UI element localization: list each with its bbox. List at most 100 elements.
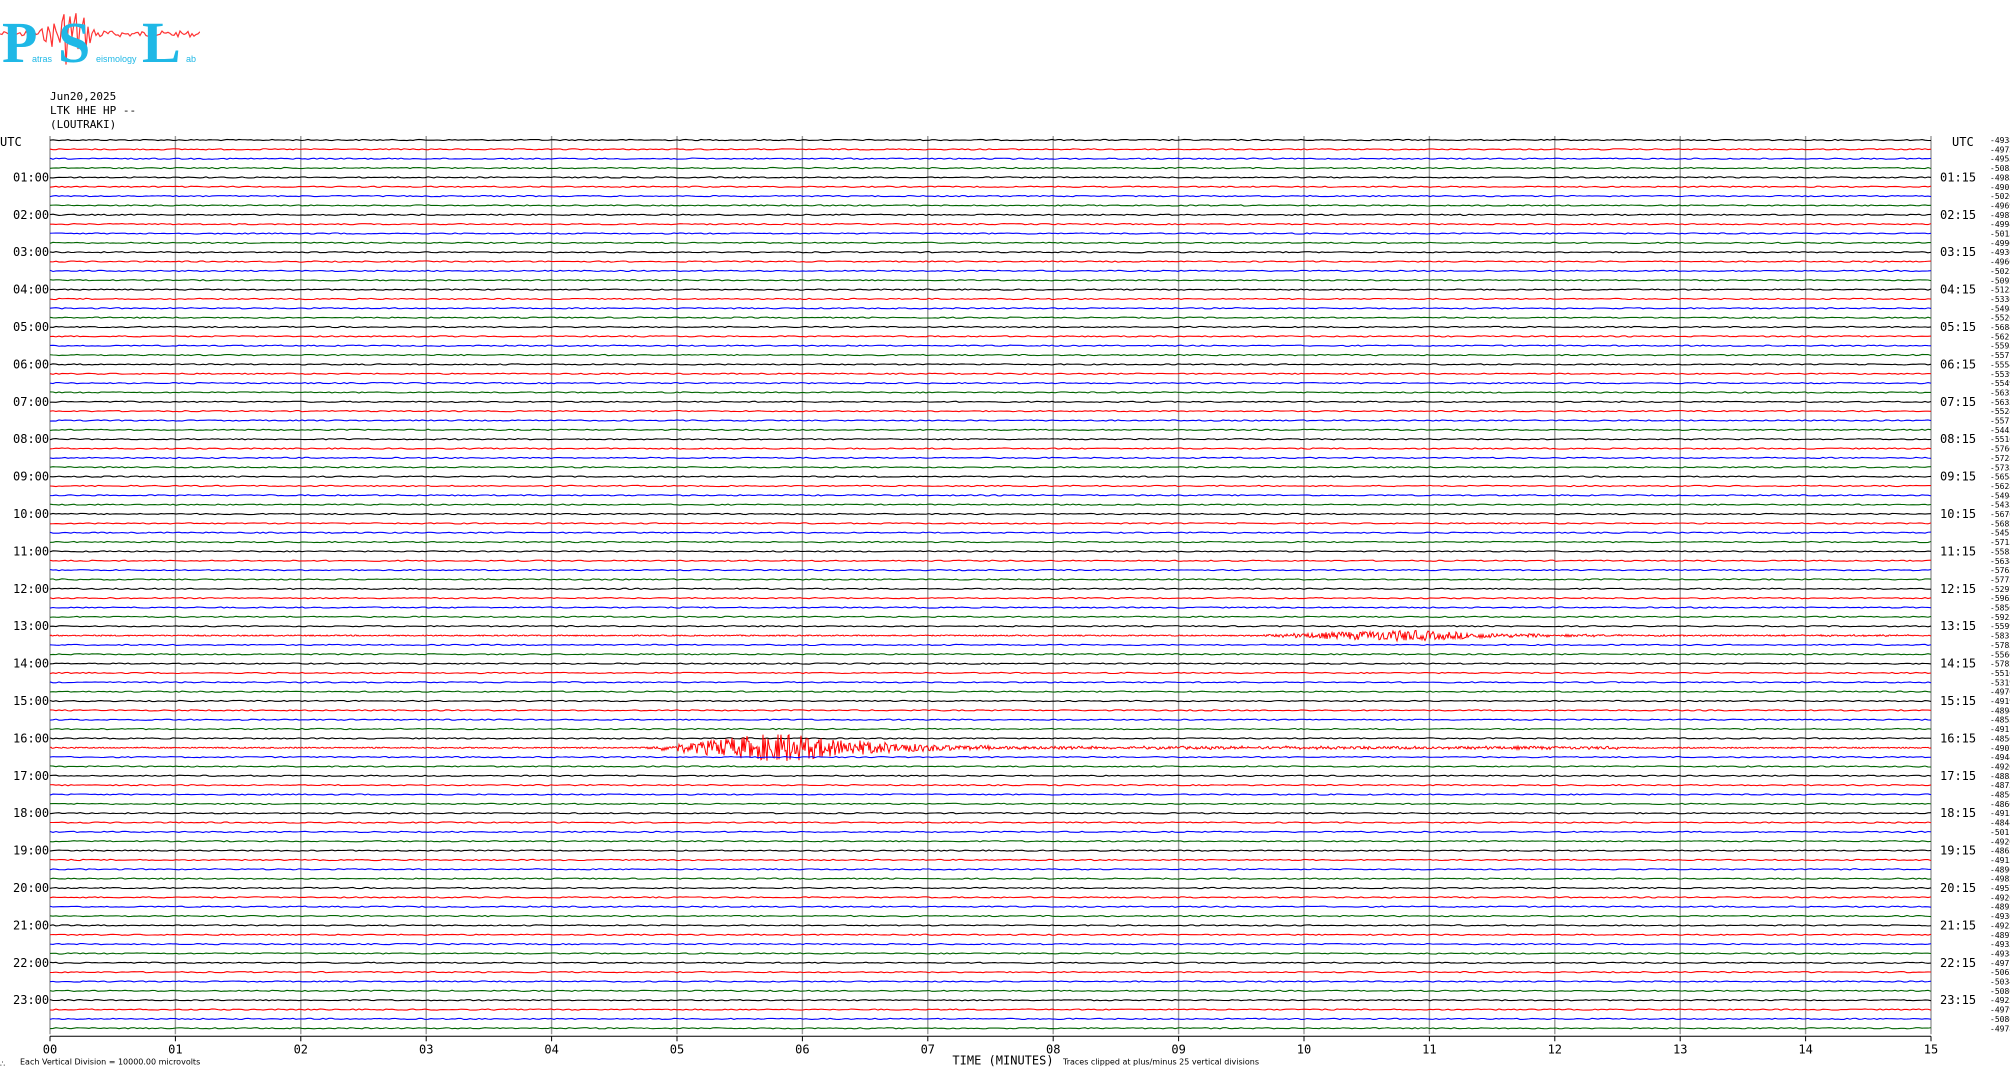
trace-value-label: -4933 bbox=[1990, 940, 2010, 949]
trace-value-label: -4971 bbox=[1990, 959, 2010, 968]
trace-21 bbox=[49, 335, 1932, 338]
trace-value-label: -5445 bbox=[1990, 426, 2010, 435]
right-hour-label: 05:15 bbox=[1940, 320, 1976, 334]
trace-20 bbox=[49, 325, 1932, 329]
right-hour-label: 21:15 bbox=[1940, 918, 1976, 932]
trace-3 bbox=[49, 166, 1932, 170]
trace-89 bbox=[49, 970, 1932, 974]
trace-46 bbox=[49, 568, 1932, 572]
trace-35 bbox=[49, 466, 1932, 469]
trace-value-label: -4953 bbox=[1990, 155, 2010, 164]
x-tick-label: 13 bbox=[1673, 1042, 1687, 1056]
right-hour-label: 03:15 bbox=[1940, 245, 1976, 259]
trace-16 bbox=[49, 288, 1932, 291]
trace-value-label: -4850 bbox=[1990, 791, 2010, 800]
trace-value-label: -5585 bbox=[1990, 547, 2010, 556]
left-hour-label: 05:00 bbox=[13, 320, 49, 334]
trace-12 bbox=[49, 251, 1932, 254]
trace-value-label: -5632 bbox=[1990, 388, 2010, 397]
right-hour-label: 09:15 bbox=[1940, 470, 1976, 484]
right-hour-label: 17:15 bbox=[1940, 769, 1976, 783]
trace-value-label: -4896 bbox=[1990, 865, 2010, 874]
trace-6 bbox=[49, 194, 1932, 198]
trace-51 bbox=[49, 615, 1932, 619]
left-hour-label: 22:00 bbox=[13, 956, 49, 970]
trace-value-label: -4865 bbox=[1990, 847, 2010, 856]
trace-33 bbox=[49, 447, 1932, 450]
trace-71 bbox=[49, 802, 1932, 806]
footer-vertical-division: Each Vertical Division = 10000.00 microv… bbox=[20, 1057, 200, 1066]
trace-2 bbox=[49, 157, 1932, 160]
trace-81 bbox=[49, 896, 1932, 899]
trace-61 bbox=[49, 709, 1932, 712]
trace-value-label: -5773 bbox=[1990, 575, 2010, 584]
trace-value-label: -5554 bbox=[1990, 360, 2010, 369]
trace-value-label: -5733 bbox=[1990, 463, 2010, 472]
left-hour-label: 06:00 bbox=[13, 357, 49, 371]
x-tick-label: 10 bbox=[1297, 1042, 1311, 1056]
left-hour-label: 08:00 bbox=[13, 432, 49, 446]
trace-86 bbox=[49, 942, 1932, 946]
trace-value-label: -4892 bbox=[1990, 903, 2010, 912]
trace-value-label: -4885 bbox=[1990, 772, 2010, 781]
trace-41 bbox=[49, 522, 1932, 525]
left-utc-title: UTC bbox=[0, 135, 22, 149]
x-tick-label: 15 bbox=[1924, 1042, 1938, 1056]
trace-value-label: -5524 bbox=[1990, 407, 2010, 416]
trace-value-label: -5516 bbox=[1990, 669, 2010, 678]
trace-38 bbox=[49, 494, 1932, 497]
trace-45 bbox=[49, 559, 1932, 562]
trace-57 bbox=[49, 671, 1932, 675]
trace-76 bbox=[49, 849, 1932, 852]
right-hour-label: 23:15 bbox=[1940, 993, 1976, 1007]
trace-value-label: -4978 bbox=[1990, 1024, 2010, 1033]
trace-79 bbox=[49, 877, 1932, 880]
right-hour-label: 15:15 bbox=[1940, 694, 1976, 708]
trace-80 bbox=[49, 886, 1932, 890]
trace-93 bbox=[49, 1008, 1932, 1011]
helicorder-plot: -4938-4973-4953-5085-4983-4901-5026-4969… bbox=[0, 135, 2010, 1068]
trace-56 bbox=[49, 662, 1932, 665]
trace-5 bbox=[49, 185, 1932, 188]
trace-72 bbox=[49, 812, 1932, 815]
trace-value-label: -5433 bbox=[1990, 501, 2010, 510]
trace-15 bbox=[49, 279, 1932, 282]
trace-value-label: -5728 bbox=[1990, 454, 2010, 463]
trace-49 bbox=[49, 596, 1932, 600]
x-tick-label: 05 bbox=[670, 1042, 684, 1056]
trace-value-label: -4856 bbox=[1990, 734, 2010, 743]
trace-44 bbox=[49, 550, 1932, 553]
trace-64 bbox=[49, 737, 1932, 740]
trace-value-label: -4957 bbox=[1990, 884, 2010, 893]
right-hour-label: 13:15 bbox=[1940, 619, 1976, 633]
left-hour-label: 23:00 bbox=[13, 993, 49, 1007]
left-hour-label: 19:00 bbox=[13, 844, 49, 858]
right-hour-label: 22:15 bbox=[1940, 956, 1976, 970]
trace-67 bbox=[49, 765, 1932, 768]
right-hour-label: 07:15 bbox=[1940, 395, 1976, 409]
right-hour-label: 11:15 bbox=[1940, 544, 1976, 558]
trace-value-label: -5336 bbox=[1990, 295, 2010, 304]
left-hour-label: 18:00 bbox=[13, 806, 49, 820]
trace-value-label: -5850 bbox=[1990, 604, 2010, 613]
trace-77 bbox=[49, 858, 1932, 862]
trace-74 bbox=[49, 830, 1932, 834]
trace-value-label: -4855 bbox=[1990, 716, 2010, 725]
trace-69 bbox=[49, 783, 1932, 787]
footer-clipping-note: Traces clipped at plus/minus 25 vertical… bbox=[1062, 1057, 1259, 1066]
right-hour-label: 06:15 bbox=[1940, 357, 1976, 371]
trace-82 bbox=[49, 905, 1932, 908]
trace-7 bbox=[49, 204, 1932, 207]
trace-10 bbox=[49, 232, 1932, 235]
trace-value-label: -4938 bbox=[1990, 136, 2010, 145]
trace-83 bbox=[49, 914, 1932, 918]
left-hour-label: 20:00 bbox=[13, 881, 49, 895]
x-axis-title: TIME (MINUTES) bbox=[952, 1053, 1053, 1067]
trace-47 bbox=[49, 578, 1932, 581]
trace-value-label: -5658 bbox=[1990, 473, 2010, 482]
left-hour-label: 21:00 bbox=[13, 918, 49, 932]
trace-value-label: -5062 bbox=[1990, 968, 2010, 977]
trace-value-label: -4915 bbox=[1990, 856, 2010, 865]
trace-11 bbox=[49, 241, 1932, 245]
trace-value-label: -4901 bbox=[1990, 183, 2010, 192]
